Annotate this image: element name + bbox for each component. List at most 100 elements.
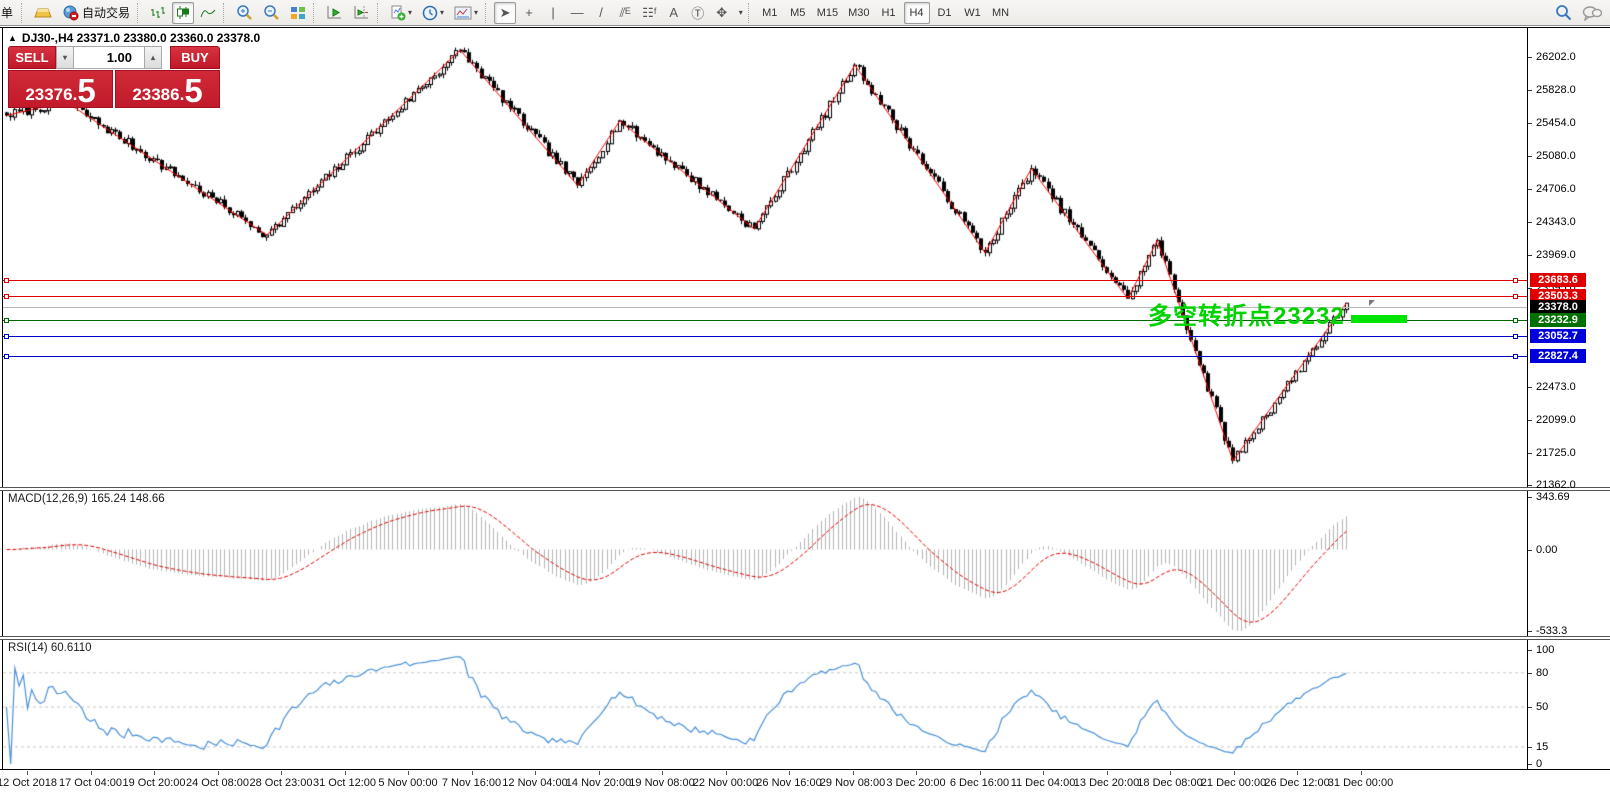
buy-button[interactable]: BUY [170, 46, 220, 69]
zoom-in-button[interactable] [232, 2, 257, 24]
price-tick-label: 22473.0 [1536, 381, 1576, 393]
trendline-tool[interactable]: / [590, 2, 612, 24]
price-tick [1528, 90, 1532, 91]
line-handle[interactable] [4, 318, 9, 323]
price-tick [1528, 222, 1532, 223]
templates-button[interactable]: ▾ [450, 2, 482, 24]
price-tick-label: 24706.0 [1536, 183, 1576, 195]
price-badge-23052.7: 23052.7 [1530, 329, 1586, 343]
line-chart-icon [200, 6, 216, 20]
timeframe-mn[interactable]: MN [988, 2, 1014, 24]
chat-button[interactable] [1578, 2, 1606, 24]
autotrading-button[interactable]: 自动交易 [58, 2, 134, 24]
macd-tick-label: -533.3 [1536, 625, 1567, 637]
bar-chart-button[interactable] [146, 2, 170, 24]
candlestick-chart-button[interactable] [172, 2, 194, 24]
pivot-annotation-text[interactable]: 多空转折点23232 [1148, 296, 1345, 331]
horizontal-line-23052.7[interactable] [3, 336, 1527, 337]
timeframe-w1[interactable]: W1 [960, 2, 986, 24]
macd-tick [1528, 550, 1532, 551]
timeframe-m5[interactable]: M5 [785, 2, 811, 24]
candlestick-chart-icon [176, 5, 190, 20]
one-click-trading-panel: SELL ▾ ▴ BUY 23376.5 23386.5 [8, 46, 220, 108]
collapse-panel-arrow[interactable]: ▲ [8, 33, 17, 43]
periods-button[interactable]: ▾ [418, 2, 448, 24]
indicators-button[interactable]: ▾ [386, 2, 416, 24]
toolbar-separator [377, 3, 383, 23]
rsi-name: RSI(14) [8, 642, 48, 654]
timeframes-group: M1M5M15M30H1H4D1W1MN [756, 2, 1015, 24]
arrows-caret-icon: ▾ [739, 8, 743, 17]
timeframe-h4[interactable]: H4 [904, 2, 930, 24]
crosshair-tool[interactable]: + [518, 2, 540, 24]
macd-name: MACD(12,26,9) [8, 493, 88, 505]
rsi-tick-label: 0 [1536, 758, 1542, 770]
new-order-label: 单 [1, 4, 13, 21]
timeframe-d1[interactable]: D1 [932, 2, 958, 24]
text-label-tool[interactable]: Ⓣ [687, 2, 709, 24]
price-tick-label: 21362.0 [1536, 479, 1576, 491]
chart-header: ▲ DJ30-,H4 23371.0 23380.0 23360.0 23378… [8, 31, 260, 45]
price-tick [1528, 156, 1532, 157]
timeframe-h1[interactable]: H1 [876, 2, 902, 24]
indicators-icon [390, 5, 406, 21]
gold-ingot-icon [34, 6, 52, 20]
timeframe-m15[interactable]: M15 [813, 2, 842, 24]
toolbar-separator [223, 3, 229, 23]
toolbar-separator [485, 3, 491, 23]
volume-decrease-button[interactable]: ▾ [56, 46, 74, 69]
price-axis: 26202.025828.025454.025080.024706.024343… [1528, 27, 1610, 794]
zoom-out-icon [263, 4, 280, 21]
line-handle[interactable] [4, 294, 9, 299]
cursor-tool[interactable]: ➤ [494, 2, 516, 24]
line-handle[interactable] [1513, 318, 1518, 323]
chart-shift-button[interactable] [349, 2, 374, 24]
mouse-cursor [1369, 300, 1375, 306]
toolbar-separator [313, 3, 319, 23]
arrows-tool[interactable]: ✥ [711, 2, 733, 24]
horizontal-line-tool[interactable]: — [566, 2, 588, 24]
sell-price-panel[interactable]: 23376.5 [8, 70, 113, 108]
plot-overlay: 多空转折点23232 [3, 27, 1527, 794]
volume-increase-button[interactable]: ▴ [144, 46, 162, 69]
equidistant-channel-tool[interactable]: ⫽ᴱ [614, 2, 636, 24]
arrows-caret-button[interactable]: ▾ [735, 2, 745, 24]
buy-price-main: 23386 [132, 86, 179, 105]
gold-button[interactable] [30, 2, 56, 24]
clock-icon [422, 5, 438, 21]
chart-title: DJ30-,H4 23371.0 23380.0 23360.0 23378.0 [22, 31, 260, 45]
zoom-out-button[interactable] [259, 2, 284, 24]
line-handle[interactable] [1513, 278, 1518, 283]
price-tick-label: 21725.0 [1536, 447, 1576, 459]
tile-windows-button[interactable] [286, 2, 310, 24]
timeframe-m1[interactable]: M1 [757, 2, 783, 24]
chat-icon [1582, 5, 1602, 21]
bar-chart-icon [150, 6, 166, 20]
line-handle[interactable] [4, 278, 9, 283]
rsi-tick [1528, 707, 1532, 708]
fibonacci-tool[interactable]: ☷ᶠ [638, 2, 661, 24]
price-tick-label: 23969.0 [1536, 249, 1576, 261]
search-button[interactable] [1551, 2, 1576, 24]
sell-button[interactable]: SELL [8, 46, 56, 69]
lime-trend-segment[interactable] [1351, 315, 1407, 323]
auto-scroll-button[interactable] [322, 2, 347, 24]
line-handle[interactable] [4, 354, 9, 359]
vertical-line-tool[interactable]: | [542, 2, 564, 24]
line-handle[interactable] [4, 334, 9, 339]
indicators-caret-icon: ▾ [408, 8, 412, 17]
line-handle[interactable] [1513, 334, 1518, 339]
price-tick [1528, 485, 1532, 486]
horizontal-line-23683.6[interactable] [3, 280, 1527, 281]
new-order-button[interactable]: 单 [0, 2, 18, 24]
price-tick [1528, 420, 1532, 421]
text-tool[interactable]: A [663, 2, 685, 24]
volume-input[interactable] [74, 46, 144, 69]
line-handle[interactable] [1513, 354, 1518, 359]
price-tick-label: 25454.0 [1536, 117, 1576, 129]
line-chart-button[interactable] [196, 2, 220, 24]
timeframe-m30[interactable]: M30 [844, 2, 873, 24]
buy-price-panel[interactable]: 23386.5 [115, 70, 220, 108]
line-handle[interactable] [1513, 294, 1518, 299]
horizontal-line-22827.4[interactable] [3, 356, 1527, 357]
